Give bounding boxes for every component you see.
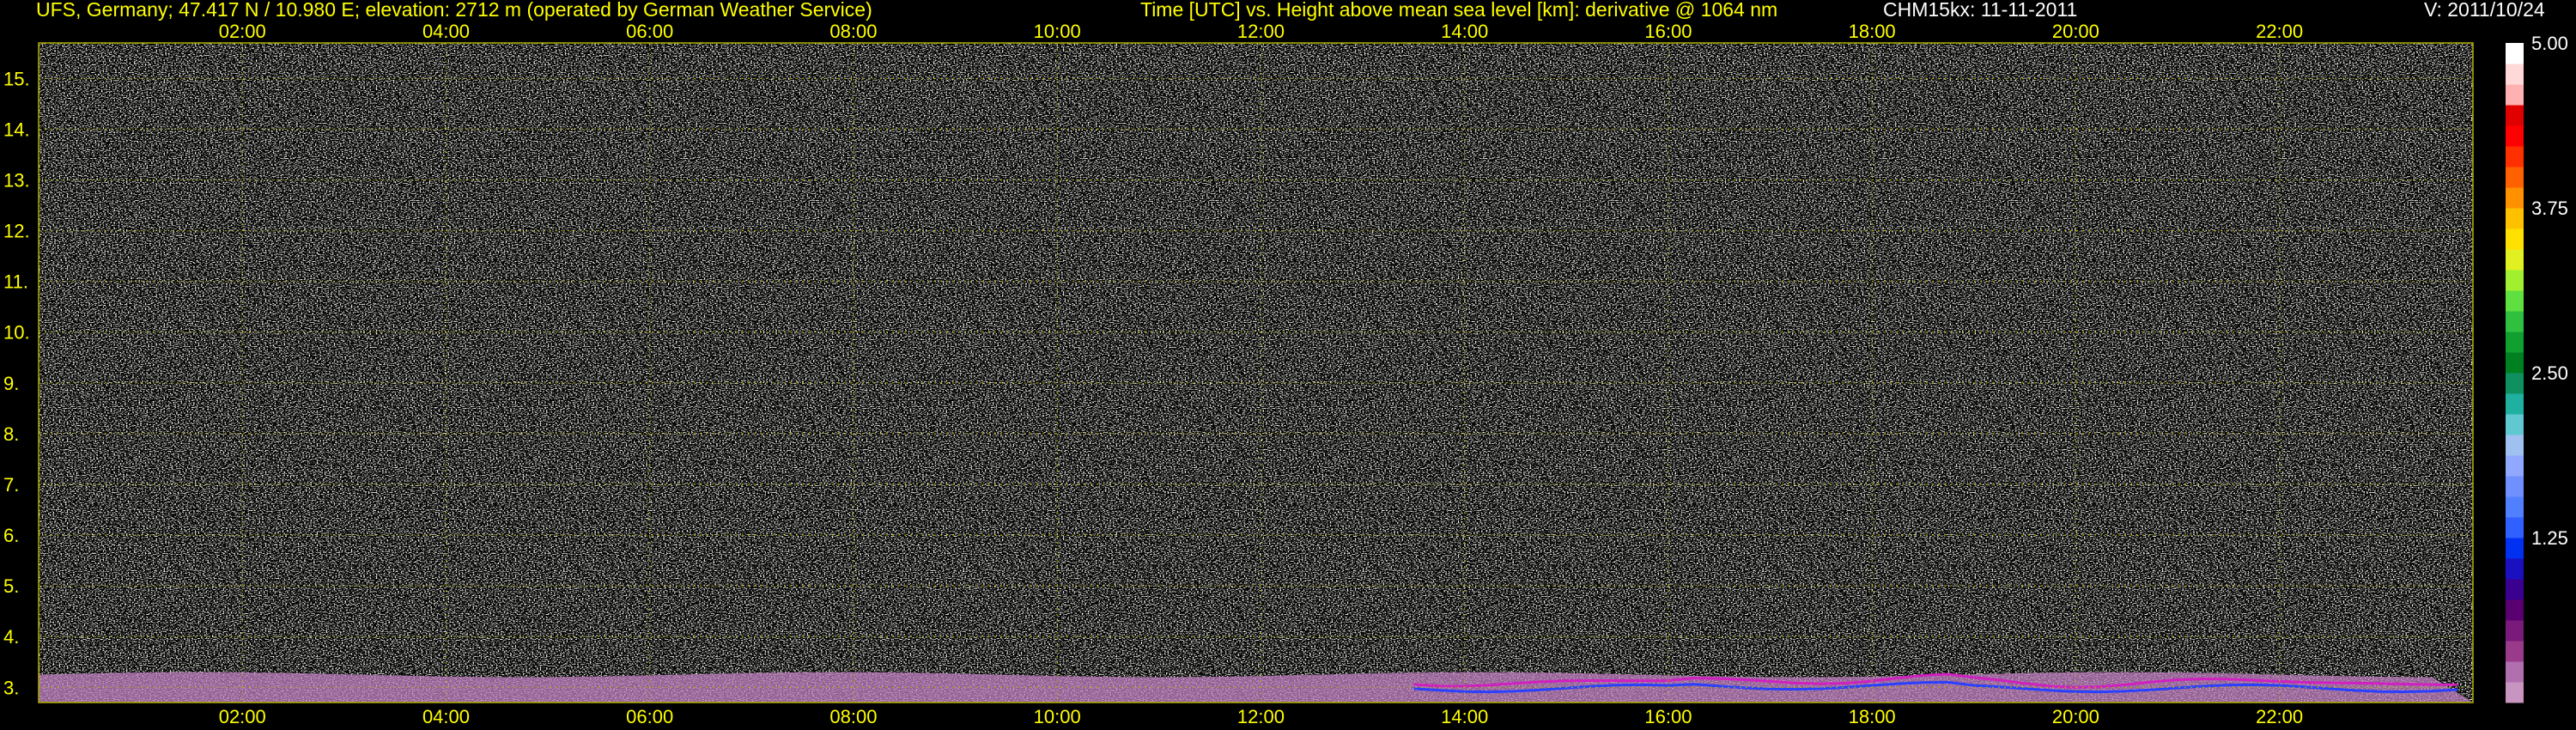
colorbar-swatch xyxy=(2506,517,2524,538)
x-tick-label-top: 10:00 xyxy=(1034,21,1081,42)
colorbar-swatch xyxy=(2506,476,2524,497)
version-label: V: 2011/10/24 xyxy=(2424,0,2545,21)
colorbar-swatch xyxy=(2506,105,2524,126)
colorbar-swatch xyxy=(2506,579,2524,600)
colorbar: 5.00 3.75 2.50 1.25 xyxy=(2506,33,2568,703)
y-tick-label: 7. xyxy=(3,474,19,496)
x-tick-label-bottom: 08:00 xyxy=(829,706,877,727)
x-tick-label-top: 14:00 xyxy=(1441,21,1488,42)
y-tick-label: 6. xyxy=(3,525,19,546)
x-tick-label-bottom: 10:00 xyxy=(1034,706,1081,727)
colorbar-swatch xyxy=(2506,187,2524,209)
colorbar-swatch xyxy=(2506,146,2524,167)
colorbar-swatch xyxy=(2506,167,2524,188)
y-tick-label: 5. xyxy=(3,575,19,597)
colorbar-swatch xyxy=(2506,455,2524,477)
instrument-date: CHM15kx: 11-11-2011 xyxy=(1883,0,2078,21)
y-tick-label: 14. xyxy=(3,119,30,140)
colorbar-swatch xyxy=(2506,682,2524,703)
plot-description: Time [UTC] vs. Height above mean sea lev… xyxy=(1140,0,1778,21)
x-tick-label-top: 12:00 xyxy=(1237,21,1285,42)
colorbar-tick-label: 2.50 xyxy=(2531,362,2568,384)
ceilometer-chart: 02:00 04:00 06:00 08:00 10:00 12:00 14:00 16:00… xyxy=(3,21,2568,727)
y-axis: 3. 4. 5. 6. 7. 8. 9. 10. 11. 12. 13. 14. 15. xyxy=(3,68,30,698)
colorbar-tick-label: 3.75 xyxy=(2531,198,2568,219)
colorbar-swatch xyxy=(2506,43,2524,64)
colorbar-swatch xyxy=(2506,620,2524,642)
colorbar-swatch xyxy=(2506,228,2524,250)
colorbar-swatch xyxy=(2506,641,2524,662)
colorbar-swatch xyxy=(2506,352,2524,374)
x-tick-label-top: 18:00 xyxy=(1849,21,1896,42)
colorbar-swatch xyxy=(2506,435,2524,456)
colorbar-swatch xyxy=(2506,270,2524,291)
colorbar-swatch xyxy=(2506,208,2524,229)
x-tick-label-top: 04:00 xyxy=(422,21,470,42)
backscatter-noise-texture xyxy=(39,43,2473,703)
x-tick-label-bottom: 16:00 xyxy=(1644,706,1692,727)
colorbar-swatch xyxy=(2506,558,2524,580)
x-tick-label-bottom: 06:00 xyxy=(626,706,673,727)
colorbar-tick-label: 5.00 xyxy=(2531,33,2568,54)
y-tick-label: 10. xyxy=(3,322,30,344)
x-tick-label-bottom: 14:00 xyxy=(1441,706,1488,727)
colorbar-swatch xyxy=(2506,249,2524,271)
x-tick-label-top: 06:00 xyxy=(626,21,673,42)
colorbar-swatch xyxy=(2506,125,2524,147)
colorbar-swatch xyxy=(2506,84,2524,106)
y-tick-label: 12. xyxy=(3,221,30,242)
colorbar-swatch xyxy=(2506,496,2524,518)
colorbar-swatch xyxy=(2506,290,2524,312)
colorbar-tick-label: 1.25 xyxy=(2531,527,2568,549)
colorbar-swatch xyxy=(2506,599,2524,621)
x-tick-label-top: 22:00 xyxy=(2256,21,2303,42)
colorbar-swatch xyxy=(2506,311,2524,332)
colorbar-swatch xyxy=(2506,661,2524,683)
x-tick-label-bottom: 22:00 xyxy=(2256,706,2303,727)
x-tick-label-bottom: 04:00 xyxy=(422,706,470,727)
station-info: UFS, Germany; 47.417 N / 10.980 E; eleva… xyxy=(36,0,872,21)
x-tick-label-top: 08:00 xyxy=(829,21,877,42)
y-tick-label: 4. xyxy=(3,626,19,648)
x-tick-label-top: 02:00 xyxy=(219,21,266,42)
plot-area xyxy=(38,42,2474,703)
y-tick-label: 9. xyxy=(3,373,19,394)
y-tick-label: 15. xyxy=(3,68,30,89)
x-axis-top: 02:00 04:00 06:00 08:00 10:00 12:00 14:00 16:00… xyxy=(219,21,2303,42)
x-tick-label-bottom: 18:00 xyxy=(1849,706,1896,727)
x-tick-label-bottom: 02:00 xyxy=(219,706,266,727)
colorbar-swatch xyxy=(2506,414,2524,435)
colorbar-swatch xyxy=(2506,373,2524,394)
y-tick-label: 11. xyxy=(3,271,28,293)
colorbar-swatch xyxy=(2506,393,2524,415)
colorbar-swatch xyxy=(2506,64,2524,85)
x-axis-bottom: 02:00 04:00 06:00 08:00 10:00 12:00 14:00 16:00… xyxy=(219,706,2303,727)
y-tick-label: 3. xyxy=(3,677,19,698)
y-tick-label: 8. xyxy=(3,423,19,445)
x-tick-label-top: 20:00 xyxy=(2052,21,2099,42)
x-tick-label-top: 16:00 xyxy=(1644,21,1692,42)
colorbar-swatch xyxy=(2506,538,2524,559)
x-tick-label-bottom: 20:00 xyxy=(2052,706,2099,727)
x-tick-label-bottom: 12:00 xyxy=(1237,706,1285,727)
colorbar-swatch xyxy=(2506,332,2524,353)
y-tick-label: 13. xyxy=(3,170,30,192)
